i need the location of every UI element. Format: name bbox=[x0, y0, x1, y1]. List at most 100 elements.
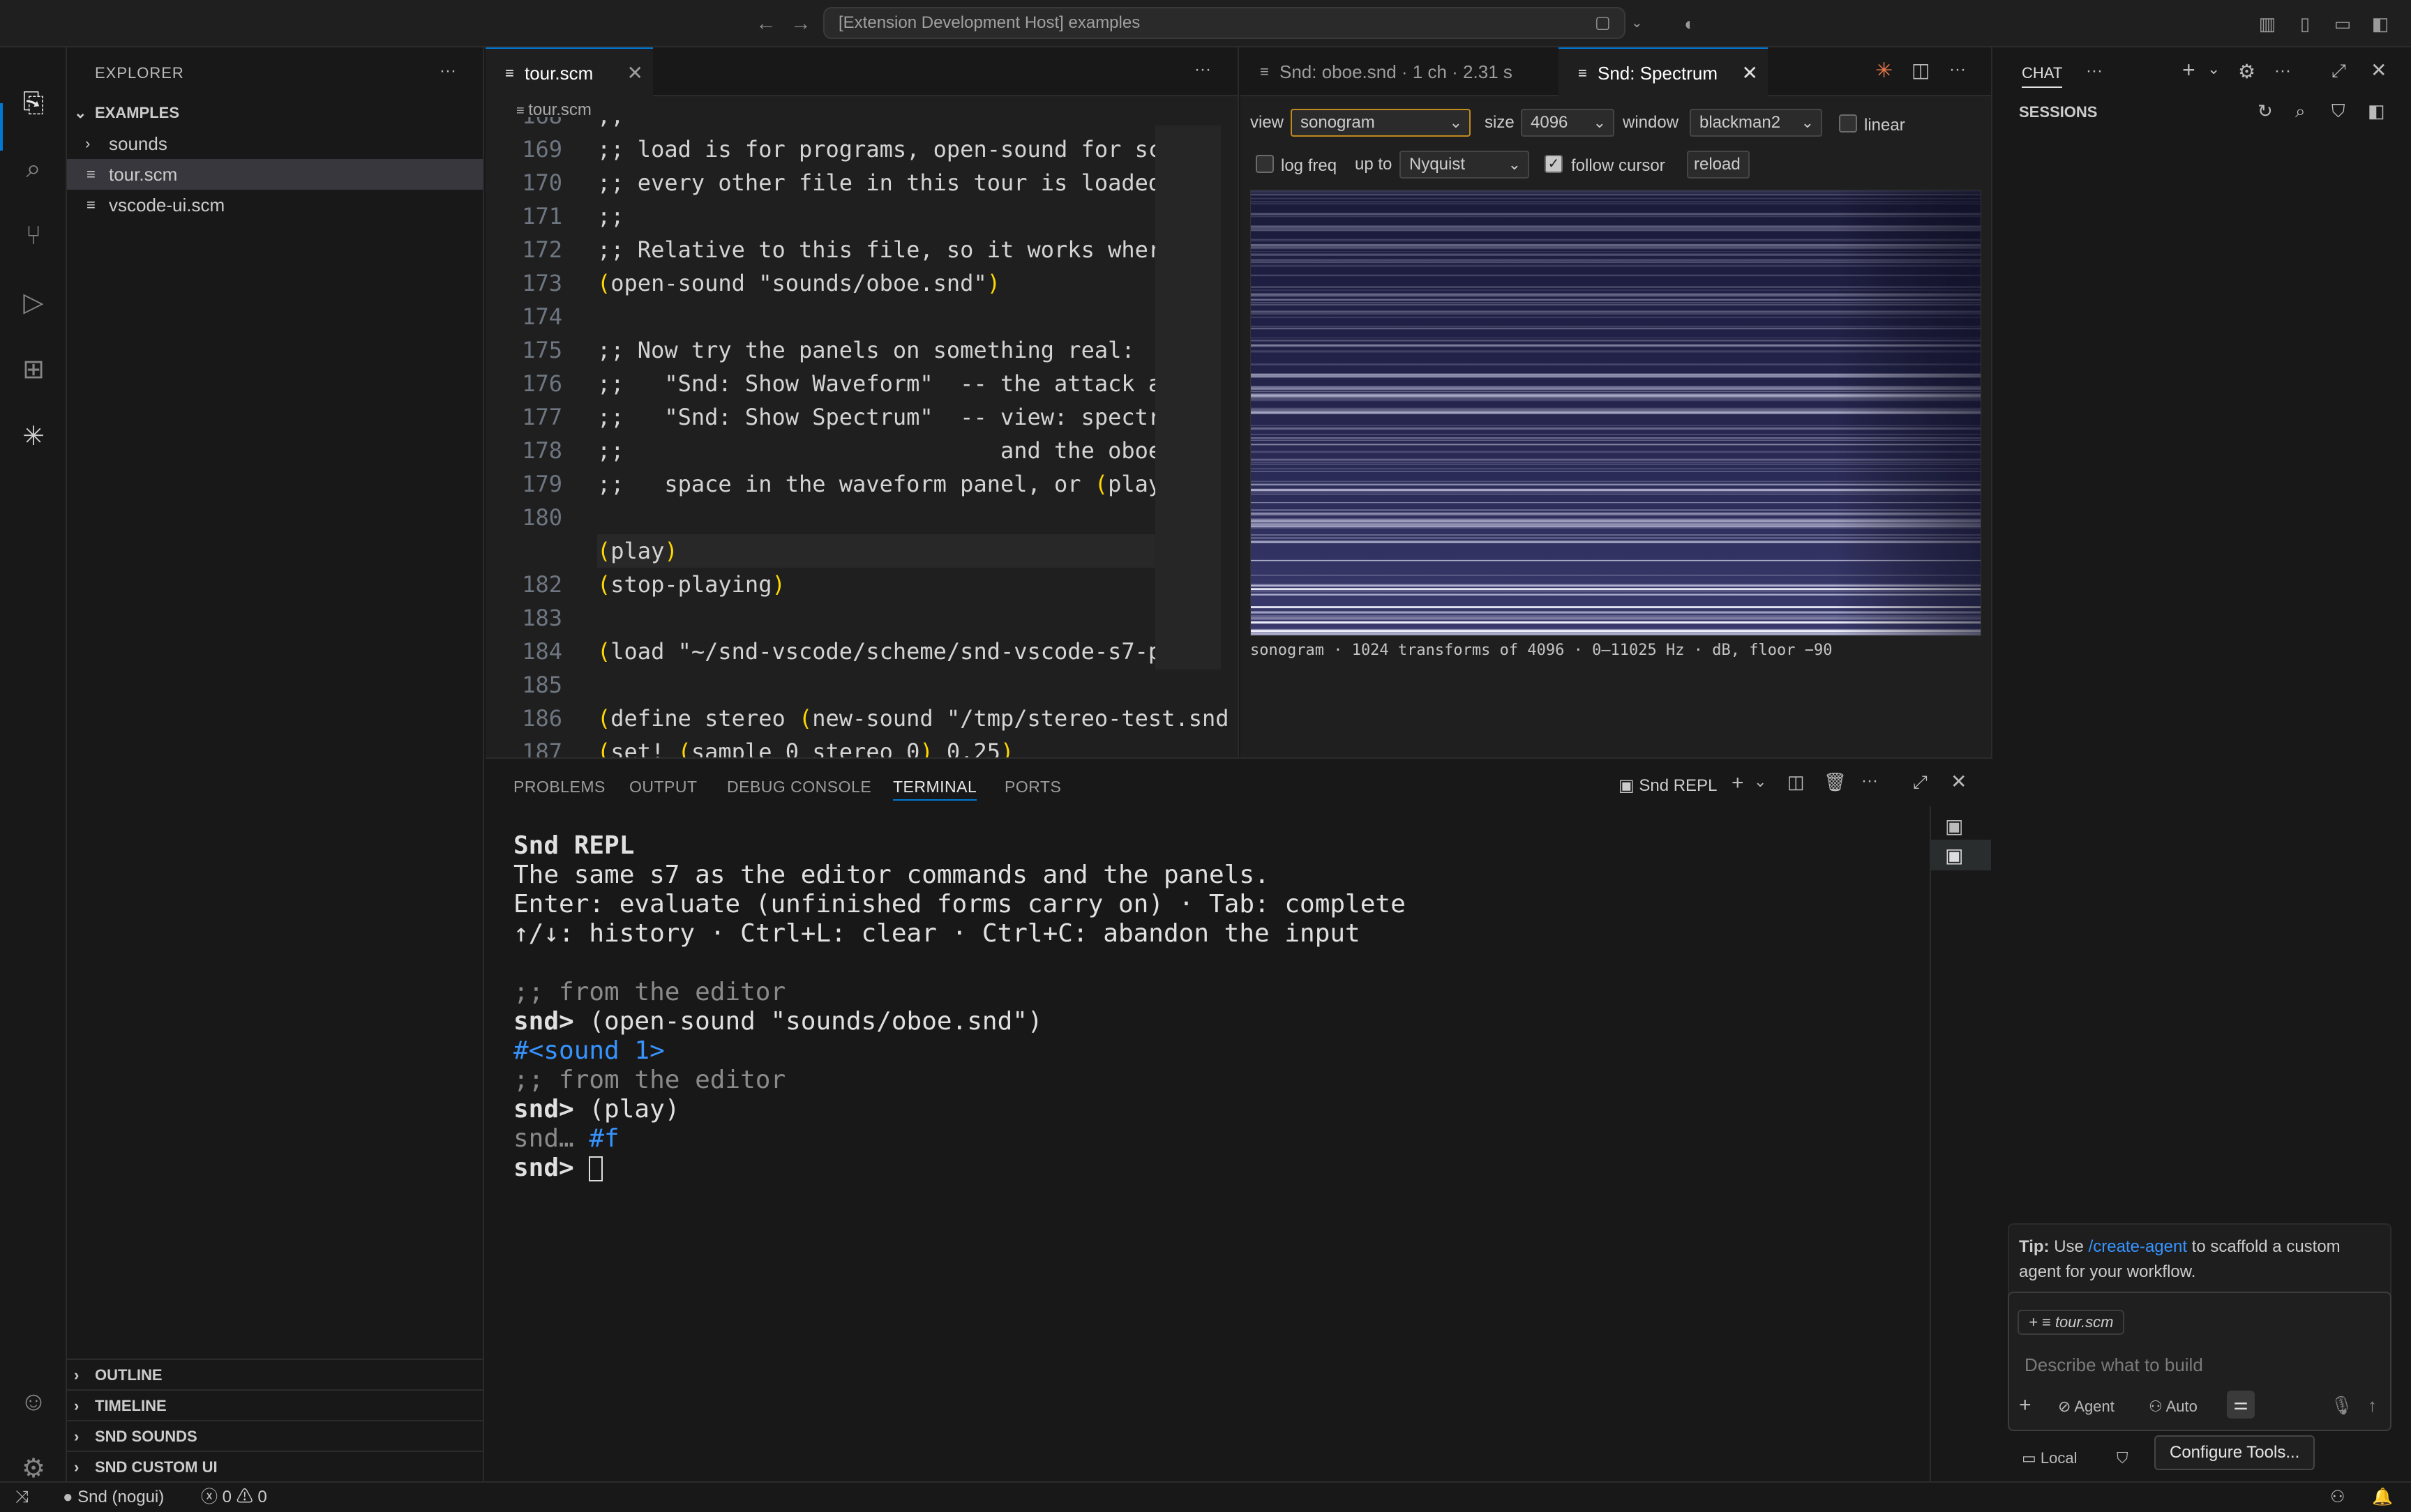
context-chip[interactable]: + ≡ tour.scm bbox=[2018, 1310, 2125, 1335]
section-outline[interactable]: › OUTLINE bbox=[67, 1359, 483, 1389]
split-editor-icon[interactable]: ◫ bbox=[1911, 59, 1930, 82]
log-freq-checkbox[interactable] bbox=[1256, 155, 1274, 173]
local-picker[interactable]: ▭ Local bbox=[2022, 1449, 2078, 1467]
code-line[interactable]: 177 ;; "Snd: Show Spectrum" -- view: spec… bbox=[486, 400, 1239, 434]
configure-tools-button[interactable]: ⚌ bbox=[2227, 1391, 2255, 1419]
section-timeline[interactable]: › TIMELINE bbox=[67, 1389, 483, 1420]
tab-snd-oboe[interactable]: ≡ Snd: oboe.snd · 1 ch · 2.31 s bbox=[1240, 47, 1558, 96]
toggle-sidebar-icon[interactable]: ◧ bbox=[2368, 100, 2385, 122]
extensions-icon[interactable]: ⊞ bbox=[13, 349, 54, 391]
source-control-icon[interactable]: ⑂ bbox=[13, 215, 54, 257]
arrow-left-icon[interactable]: ← bbox=[752, 10, 780, 38]
code-line[interactable]: 181(play) bbox=[597, 534, 1155, 568]
code-line[interactable]: 171;; bbox=[486, 199, 1239, 233]
more-actions-icon[interactable]: ··· bbox=[1194, 60, 1211, 80]
agent-mode-picker[interactable]: ⊘ Agent bbox=[2058, 1398, 2115, 1416]
code-line[interactable]: 185 bbox=[486, 668, 1239, 702]
more-actions-icon[interactable]: ··· bbox=[440, 61, 456, 81]
snd-extension-icon[interactable]: ✳ bbox=[13, 416, 54, 458]
shield-icon[interactable]: ⛉ bbox=[2117, 1449, 2128, 1467]
code-line[interactable]: 176 ;; "Snd: Show Waveform" -- the attack… bbox=[486, 367, 1239, 400]
code-line[interactable]: 187 (set! (sample 0 stereo 0) 0.25) bbox=[486, 735, 1239, 757]
chat-title[interactable]: CHAT bbox=[2022, 64, 2063, 88]
code-line[interactable]: 169 ;; load is for programs, open-sound f… bbox=[486, 133, 1239, 166]
explorer-icon[interactable]: ⎘ bbox=[13, 82, 54, 124]
code-line[interactable]: 173 (open-sound "sounds/oboe.snd") bbox=[486, 266, 1239, 300]
bell-icon[interactable]: 🔔 bbox=[2372, 1483, 2393, 1512]
account-icon[interactable]: ☺ bbox=[13, 1381, 54, 1423]
size-select[interactable]: 4096 ⌄ bbox=[1521, 109, 1614, 137]
create-agent-link[interactable]: /create-agent bbox=[2089, 1237, 2187, 1256]
tab-output[interactable]: OUTPUT bbox=[629, 773, 698, 801]
more-actions-icon[interactable]: ··· bbox=[1949, 60, 1966, 80]
close-icon[interactable]: ✕ bbox=[1742, 49, 1758, 98]
up-to-select[interactable]: Nyquist ⌄ bbox=[1399, 151, 1529, 179]
code-line[interactable]: 186 (define stereo (new-sound "/tmp/stere… bbox=[486, 702, 1239, 735]
tab-tour-scm[interactable]: ≡ tour.scm ✕ bbox=[486, 47, 653, 96]
code-line[interactable]: 168;; bbox=[486, 117, 1239, 133]
chevron-down-icon[interactable]: ⌄ bbox=[1754, 773, 1766, 791]
toggle-sidebar-icon[interactable]: ▯ bbox=[2292, 11, 2318, 36]
reload-button[interactable]: reload bbox=[1687, 151, 1750, 179]
tree-item-tour-scm[interactable]: ≡ tour.scm bbox=[67, 159, 483, 190]
search-icon[interactable]: ⌕ bbox=[2295, 100, 2306, 123]
refresh-icon[interactable]: ↻ bbox=[2258, 100, 2273, 122]
maximize-panel-icon[interactable]: ⤢ bbox=[1913, 771, 1928, 794]
layout-customize-icon[interactable]: ▥ bbox=[2255, 11, 2280, 36]
chevron-down-icon[interactable]: ⌄ bbox=[2207, 60, 2220, 78]
remote-indicator[interactable]: ● Snd (nogui) bbox=[63, 1483, 164, 1512]
tab-debug-console[interactable]: DEBUG CONSOLE bbox=[727, 773, 871, 801]
sessions-header[interactable]: SESSIONS bbox=[2019, 103, 2097, 121]
terminal-icon[interactable]: ▣ bbox=[1945, 815, 1963, 838]
filter-icon[interactable]: ⛉ bbox=[2331, 100, 2345, 123]
code-line[interactable]: 180 bbox=[486, 501, 1239, 534]
copilot-status-icon[interactable]: ⚇ bbox=[2330, 1483, 2345, 1512]
terminal-output[interactable]: Snd REPL The same s7 as the editor comman… bbox=[486, 808, 1923, 1477]
code-line[interactable]: 184 (load "~/snd-vscode/scheme/snd-vscode… bbox=[486, 635, 1239, 668]
chat-input-box[interactable]: + ≡ tour.scm Describe what to build + ⊘ … bbox=[2008, 1292, 2391, 1431]
code-line[interactable]: 174 bbox=[486, 300, 1239, 333]
code-line[interactable]: 178 ;; and the oboe bbox=[486, 434, 1239, 467]
tab-terminal[interactable]: TERMINAL bbox=[893, 773, 977, 801]
code-line[interactable]: 179 ;; space in the waveform panel, or (p… bbox=[486, 467, 1239, 501]
add-context-icon[interactable]: + bbox=[2029, 1313, 2042, 1331]
more-actions-icon[interactable]: ··· bbox=[1861, 771, 1878, 791]
section-snd-custom-ui[interactable]: › SND CUSTOM UI bbox=[67, 1451, 483, 1481]
linear-checkbox[interactable] bbox=[1839, 114, 1857, 133]
add-terminal-icon[interactable]: + bbox=[1732, 771, 1744, 795]
copilot-icon[interactable]: ◐ bbox=[1677, 11, 1702, 36]
follow-cursor-checkbox[interactable]: ✓ bbox=[1545, 155, 1563, 173]
command-center[interactable]: [Extension Development Host] examples ▢ … bbox=[823, 7, 1643, 39]
chevron-down-icon[interactable]: ⌄ bbox=[1631, 8, 1643, 38]
code-line[interactable]: 170 ;; every other file in this tour is l… bbox=[486, 166, 1239, 199]
microphone-icon[interactable]: 🎙 bbox=[2330, 1395, 2353, 1416]
tree-root[interactable]: ⌄ EXAMPLES bbox=[67, 98, 483, 128]
new-chat-icon[interactable]: + bbox=[2182, 57, 2195, 83]
sonogram-canvas[interactable] bbox=[1250, 190, 1981, 636]
section-snd-sounds[interactable]: › SND SOUNDS bbox=[67, 1420, 483, 1451]
window-select[interactable]: blackman2 ⌄ bbox=[1690, 109, 1822, 137]
terminal-switcher[interactable]: ▣ Snd REPL bbox=[1618, 776, 1717, 796]
chat-bubble-icon[interactable]: ▢ bbox=[1595, 8, 1611, 38]
model-picker[interactable]: ⚇ Auto bbox=[2149, 1398, 2198, 1416]
tab-snd-spectrum[interactable]: ≡ Snd: Spectrum ✕ bbox=[1558, 47, 1768, 96]
maximize-icon[interactable]: ⤢ bbox=[2331, 60, 2346, 82]
search-icon[interactable]: ⌕ bbox=[13, 148, 54, 190]
gear-icon[interactable]: ⚙ bbox=[2238, 60, 2255, 83]
split-terminal-icon[interactable]: ◫ bbox=[1787, 771, 1805, 793]
tab-ports[interactable]: PORTS bbox=[1005, 773, 1061, 801]
close-panel-icon[interactable]: ✕ bbox=[1951, 770, 1967, 793]
snd-extension-icon[interactable]: ✳ bbox=[1875, 59, 1893, 83]
trash-icon[interactable]: 🗑 bbox=[1824, 771, 1847, 793]
toggle-panel-icon[interactable]: ▭ bbox=[2330, 11, 2355, 36]
code-line[interactable]: 182 (stop-playing) bbox=[486, 568, 1239, 601]
chat-input-placeholder[interactable]: Describe what to build bbox=[2025, 1354, 2203, 1376]
code-line[interactable]: 172 ;; Relative to this file, so it works… bbox=[486, 233, 1239, 266]
tree-item-vscode-ui-scm[interactable]: ≡ vscode-ui.scm bbox=[67, 190, 483, 220]
code-line[interactable]: 175 ;; Now try the panels on something re… bbox=[486, 333, 1239, 367]
tab-problems[interactable]: PROBLEMS bbox=[513, 773, 606, 801]
more-actions-icon[interactable]: ··· bbox=[2086, 61, 2103, 81]
add-icon[interactable]: + bbox=[2019, 1393, 2031, 1417]
send-icon[interactable]: ↑ bbox=[2368, 1395, 2377, 1416]
code-area[interactable]: 168;; 169 ;; load is for programs, open-so… bbox=[486, 117, 1239, 757]
